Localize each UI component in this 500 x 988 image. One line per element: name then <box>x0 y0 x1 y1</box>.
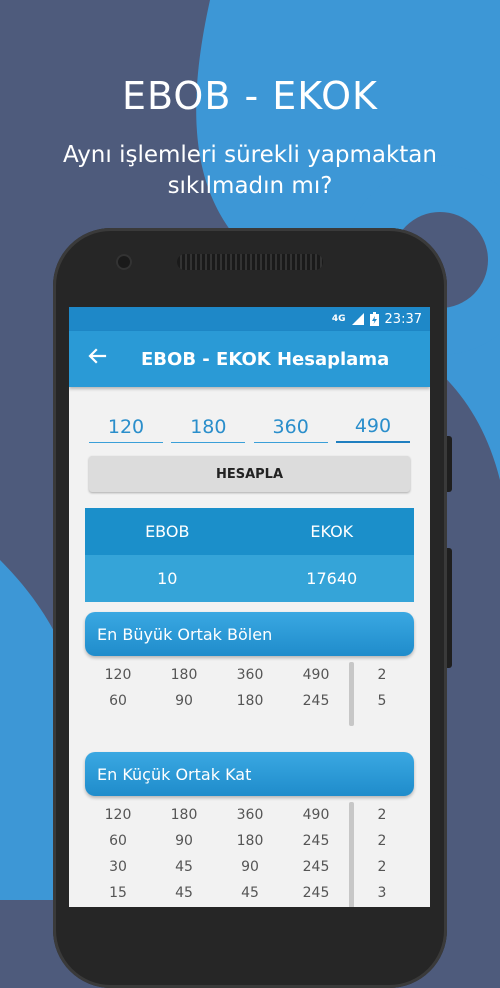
step-divisor: 3 <box>377 885 387 901</box>
step-value: 245 <box>302 833 330 849</box>
status-time: 23:37 <box>384 311 422 327</box>
promo-subtitle-line2: sıkılmadın mı? <box>167 173 333 199</box>
app-bar-title: EBOB - EKOK Hesaplama <box>141 348 390 370</box>
signal-icon <box>351 313 364 325</box>
step-value: 180 <box>170 807 198 823</box>
step-value: 180 <box>236 693 264 709</box>
step-divisor: 2 <box>377 807 387 823</box>
step-value: 360 <box>236 807 264 823</box>
phone-screen: 4G 23:37 EBOB - EKOK Hesaplama HESAPLA E… <box>69 307 430 907</box>
ebob-card-title[interactable]: En Büyük Ortak Bölen <box>85 612 414 656</box>
step-value: 120 <box>104 667 132 683</box>
step-value: 45 <box>175 859 193 875</box>
result-header-ebob: EBOB <box>145 522 190 541</box>
step-divisor: 2 <box>377 859 387 875</box>
divider-bar <box>349 662 354 726</box>
step-value: 245 <box>302 885 330 901</box>
back-arrow-icon[interactable] <box>69 346 125 372</box>
step-value: 245 <box>302 859 330 875</box>
number-input-2[interactable] <box>171 409 246 443</box>
promo-subtitle: Aynı işlemleri sürekli yapmaktan sıkılma… <box>40 140 460 202</box>
table-row: 120 180 360 490 2 <box>85 662 414 688</box>
app-bar: EBOB - EKOK Hesaplama <box>69 331 430 387</box>
table-row: 60 90 180 245 5 <box>85 688 414 714</box>
speaker-grille <box>177 254 323 270</box>
ebob-steps: 120 180 360 490 2 60 90 180 245 5 <box>85 662 414 726</box>
table-row: 60 90 180 245 2 <box>85 828 414 854</box>
table-row: 15 45 45 245 3 <box>85 880 414 906</box>
step-value: 180 <box>236 833 264 849</box>
ekok-card-title[interactable]: En Küçük Ortak Kat <box>85 752 414 796</box>
step-value: 90 <box>175 693 193 709</box>
number-inputs <box>69 387 430 443</box>
step-value: 245 <box>302 693 330 709</box>
result-table: EBOB EKOK 10 17640 <box>85 508 414 602</box>
step-value: 45 <box>175 885 193 901</box>
step-divisor: 2 <box>377 833 387 849</box>
result-value-ekok: 17640 <box>306 569 358 588</box>
step-divisor: 5 <box>377 693 387 709</box>
result-values: 10 17640 <box>85 555 414 602</box>
number-input-1[interactable] <box>89 409 163 443</box>
divider-bar <box>349 802 354 907</box>
step-value: 60 <box>109 693 127 709</box>
promo-subtitle-line1: Aynı işlemleri sürekli yapmaktan <box>63 142 437 168</box>
camera-icon <box>116 254 132 270</box>
step-value: 45 <box>241 885 259 901</box>
result-value-ebob: 10 <box>157 569 178 588</box>
step-value: 15 <box>109 885 127 901</box>
network-label: 4G <box>331 314 346 324</box>
step-value: 120 <box>104 807 132 823</box>
ekok-steps: 120 180 360 490 2 60 90 180 245 2 30 45 … <box>85 802 414 907</box>
status-bar: 4G 23:37 <box>69 307 430 331</box>
step-value: 490 <box>302 807 330 823</box>
calculate-button[interactable]: HESAPLA <box>89 456 410 492</box>
step-value: 180 <box>170 667 198 683</box>
step-value: 490 <box>302 667 330 683</box>
promo-title: EBOB - EKOK <box>122 74 378 118</box>
number-input-4[interactable] <box>335 409 410 443</box>
result-header: EBOB EKOK <box>85 508 414 555</box>
step-value: 360 <box>236 667 264 683</box>
step-value: 30 <box>109 859 127 875</box>
number-input-3[interactable] <box>253 409 328 443</box>
step-value: 60 <box>109 833 127 849</box>
result-header-ekok: EKOK <box>310 522 354 541</box>
battery-icon <box>369 312 379 326</box>
step-value: 90 <box>241 859 259 875</box>
step-divisor: 2 <box>377 667 387 683</box>
table-row: 120 180 360 490 2 <box>85 802 414 828</box>
table-row: 30 45 90 245 2 <box>85 854 414 880</box>
step-value: 90 <box>175 833 193 849</box>
